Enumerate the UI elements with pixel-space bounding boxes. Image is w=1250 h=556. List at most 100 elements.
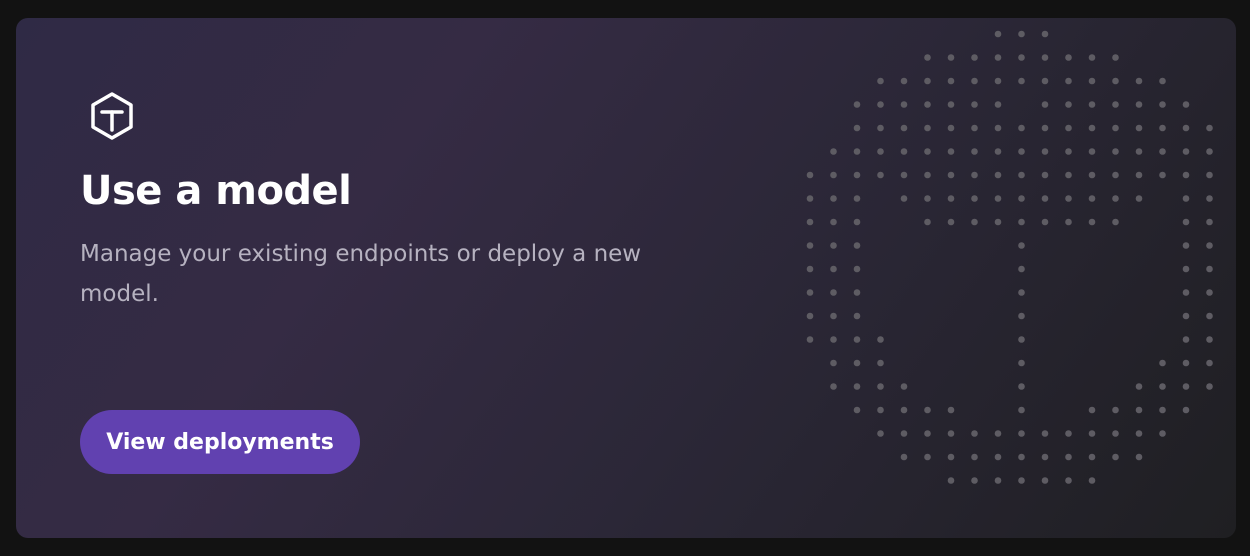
- decoration-dot: [1206, 124, 1213, 132]
- decoration-dot: [1182, 124, 1190, 132]
- decoration-dot: [1065, 124, 1072, 132]
- decoration-dot: [1018, 54, 1025, 61]
- decoration-dot: [1065, 101, 1072, 108]
- decoration-dot: [1182, 148, 1190, 155]
- decoration-dot: [1135, 406, 1143, 414]
- decoration-dot: [994, 148, 1002, 155]
- decoration-dot: [806, 195, 814, 202]
- decoration-dot: [830, 195, 837, 202]
- decoration-dot: [924, 124, 931, 132]
- decoration-dot: [877, 383, 884, 390]
- decoration-dot: [1065, 430, 1072, 437]
- decoration-dot: [971, 218, 978, 226]
- decoration-dot: [1088, 124, 1096, 132]
- decoration-dot: [1112, 124, 1119, 132]
- decoration-dot: [806, 171, 814, 179]
- decoration-dot: [1182, 289, 1190, 296]
- decoration-dot: [853, 383, 861, 390]
- decoration-dot: [877, 124, 884, 132]
- decoration-dot: [853, 148, 861, 155]
- decoration-dot: [1018, 242, 1025, 249]
- decoration-dot: [1159, 430, 1166, 437]
- decoration-dot: [1182, 359, 1190, 367]
- decoration-dot: [994, 453, 1002, 461]
- decoration-dot: [947, 124, 955, 132]
- decoration-dot: [877, 77, 884, 85]
- decoration-dot: [1018, 336, 1025, 343]
- decoration-dot: [924, 218, 931, 226]
- decoration-dot: [971, 124, 978, 132]
- decoration-dot: [947, 148, 955, 155]
- decoration-dot: [994, 101, 1002, 108]
- decoration-dot: [1135, 430, 1143, 437]
- decoration-dot: [1182, 336, 1190, 343]
- decoration-dot: [1088, 148, 1096, 155]
- decoration-dot: [1065, 148, 1072, 155]
- decoration-dot: [830, 218, 837, 226]
- decoration-dot: [900, 124, 908, 132]
- decoration-dot: [1112, 218, 1119, 226]
- decoration-dot: [947, 453, 955, 461]
- decoration-dot: [853, 218, 861, 226]
- decoration-dot: [1065, 218, 1072, 226]
- decoration-dot: [1088, 77, 1096, 85]
- decoration-dot: [1041, 453, 1049, 461]
- decoration-dot: [971, 453, 978, 461]
- decoration-dot: [994, 54, 1002, 61]
- decoration-dot: [971, 101, 978, 108]
- decoration-dot: [1135, 453, 1143, 461]
- decoration-dot: [1018, 312, 1025, 320]
- decoration-dot: [1018, 265, 1025, 273]
- decoration-dot: [994, 171, 1002, 179]
- decoration-dot: [1182, 383, 1190, 390]
- decoration-dot: [1206, 171, 1213, 179]
- decoration-dot: [830, 359, 837, 367]
- decoration-dot: [806, 336, 814, 343]
- decoration-dot: [900, 77, 908, 85]
- view-deployments-button[interactable]: View deployments: [80, 410, 360, 474]
- decoration-dot: [1206, 359, 1213, 367]
- decoration-dot: [830, 242, 837, 249]
- decoration-dot: [971, 148, 978, 155]
- dot-pattern-decoration: [806, 30, 1213, 484]
- decoration-dot: [1206, 218, 1213, 226]
- decoration-dot: [1041, 148, 1049, 155]
- decoration-dot: [806, 312, 814, 320]
- decoration-dot: [1088, 101, 1096, 108]
- decoration-dot: [1018, 453, 1025, 461]
- decoration-dot: [1112, 430, 1119, 437]
- decoration-dot: [1206, 383, 1213, 390]
- decoration-dot: [853, 101, 861, 108]
- decoration-dot: [1018, 195, 1025, 202]
- decoration-dot: [971, 195, 978, 202]
- decoration-dot: [1159, 359, 1166, 367]
- decoration-dot: [1018, 406, 1025, 414]
- decoration-dot: [1041, 171, 1049, 179]
- decoration-dot: [1112, 195, 1119, 202]
- decoration-dot: [1018, 124, 1025, 132]
- decoration-dot: [924, 54, 931, 61]
- decoration-dot: [1182, 195, 1190, 202]
- decoration-dot: [877, 101, 884, 108]
- decoration-dot: [1018, 359, 1025, 367]
- decoration-dot: [853, 124, 861, 132]
- decoration-dot: [1206, 289, 1213, 296]
- decoration-dot: [1088, 430, 1096, 437]
- decoration-dot: [853, 242, 861, 249]
- decoration-dot: [1112, 171, 1119, 179]
- decoration-dot: [877, 406, 884, 414]
- decoration-dot: [947, 171, 955, 179]
- decoration-dot: [1041, 77, 1049, 85]
- cube-icon: [86, 90, 138, 142]
- decoration-dot: [900, 101, 908, 108]
- decoration-dot: [1159, 101, 1166, 108]
- decoration-dot: [900, 148, 908, 155]
- decoration-dot: [900, 453, 908, 461]
- decoration-dot: [830, 383, 837, 390]
- decoration-dot: [900, 195, 908, 202]
- decoration-dot: [924, 77, 931, 85]
- decoration-dot: [994, 30, 1002, 38]
- decoration-dot: [1112, 54, 1119, 61]
- decoration-dot: [924, 171, 931, 179]
- decoration-dot: [1018, 171, 1025, 179]
